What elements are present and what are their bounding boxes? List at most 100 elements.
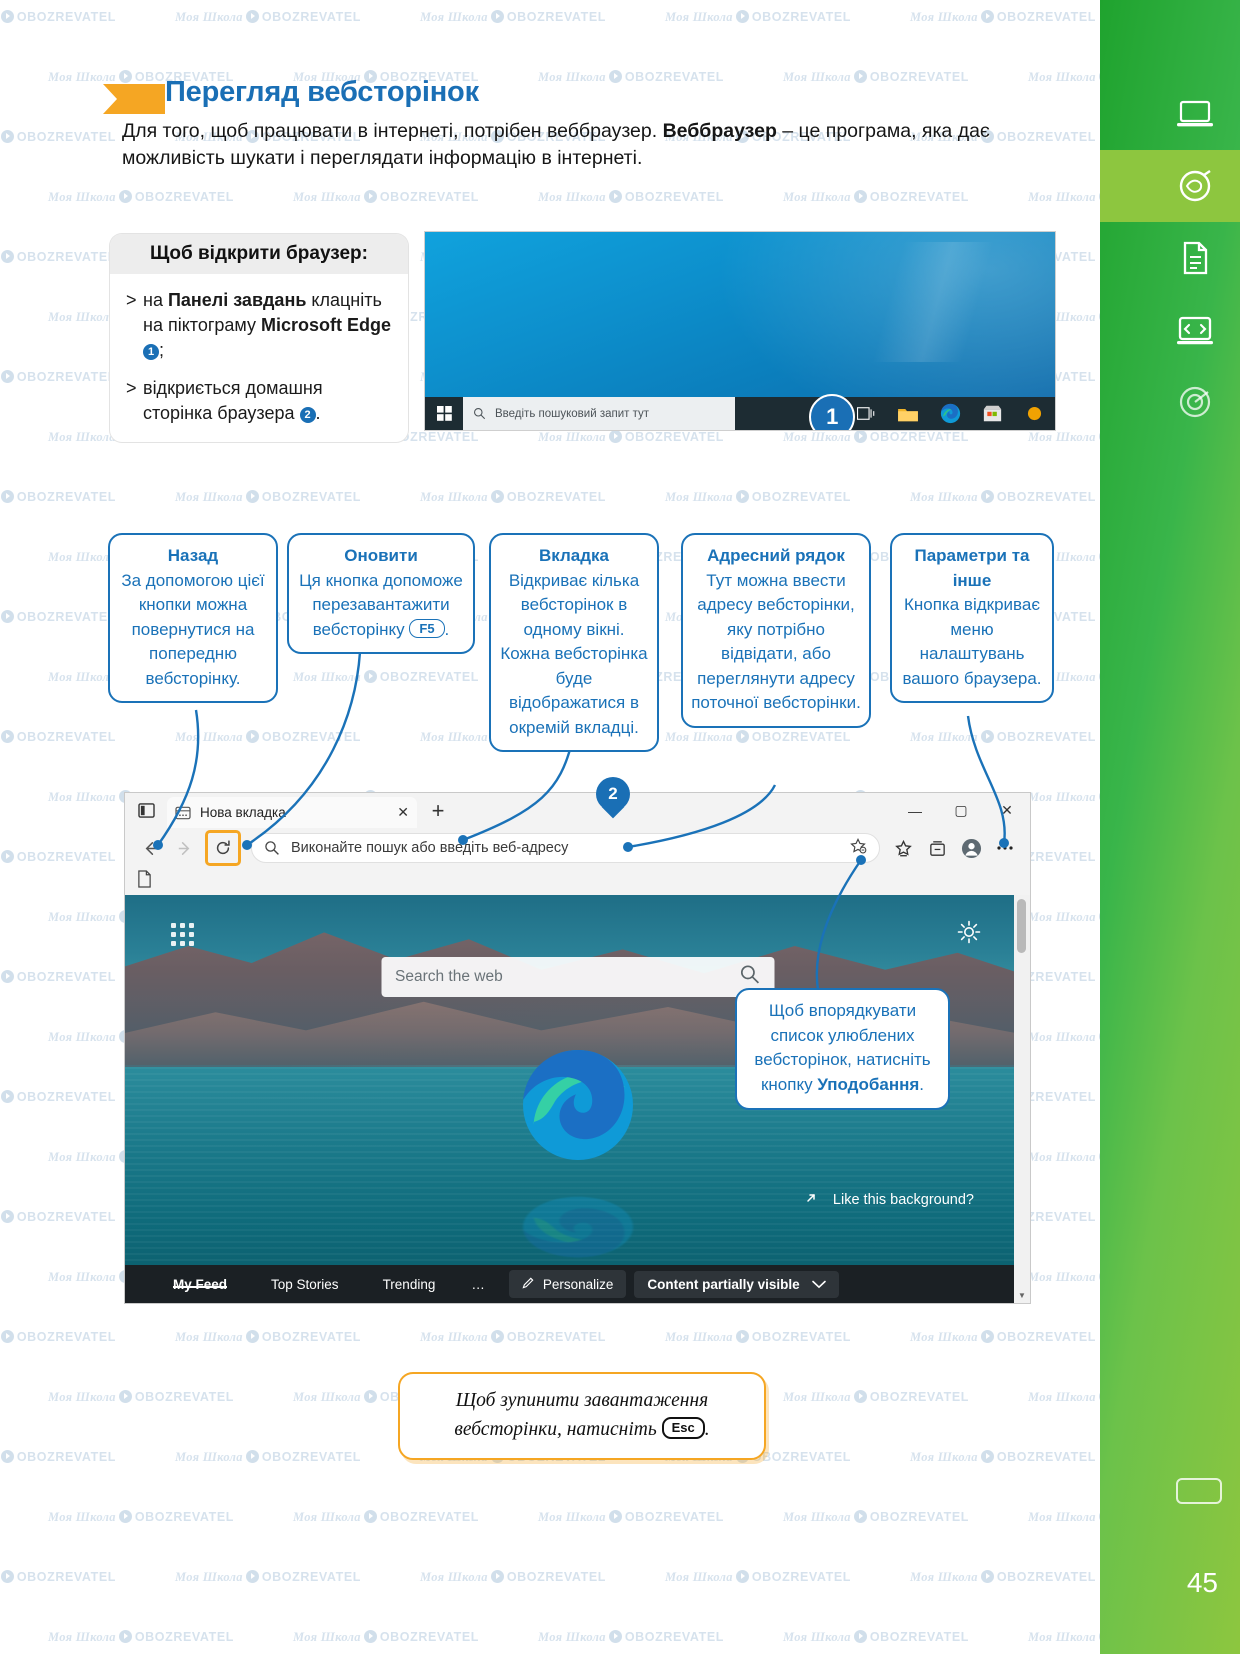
instruction-card-heading: Щоб відкрити браузер: (110, 234, 408, 274)
bullet-marker: > (126, 378, 137, 398)
callout-tab-title: Вкладка (538, 546, 609, 565)
callout-pin-2: 2 (596, 777, 630, 821)
watermark: Моя ШколаOBOZREVATEL (538, 1630, 725, 1644)
tab-actions-icon[interactable] (125, 793, 167, 828)
watermark: Моя ШколаOBOZREVATEL (783, 190, 970, 204)
callout-back-title: Назад (167, 546, 219, 565)
watermark: Моя ШколаOBOZREVATEL (175, 1450, 362, 1464)
tab-favicon-icon (175, 806, 191, 819)
callout-pin-1: 1 (809, 394, 856, 430)
search-icon[interactable] (739, 964, 760, 990)
watermark: Моя ШколаOBOZREVATEL (0, 1568, 116, 1585)
watermark: Моя ШколаOBOZREVATEL (175, 490, 362, 504)
watermark: Моя ШколаOBOZREVATEL (0, 368, 116, 385)
watermark: Моя ШколаOBOZREVATEL (0, 488, 116, 505)
close-icon[interactable]: ✕ (397, 804, 409, 821)
watermark: Моя ШколаOBOZREVATEL (0, 128, 116, 145)
file-explorer-icon[interactable] (887, 397, 929, 430)
like-background-button[interactable]: Like this background? (802, 1189, 974, 1211)
settings-more-icon[interactable] (988, 831, 1022, 865)
scroll-down-arrow[interactable]: ▼ (1014, 1287, 1030, 1303)
watermark: Моя ШколаOBOZREVATEL (665, 10, 852, 24)
edge-logo-icon (518, 1045, 638, 1165)
sidebar-item-brain[interactable] (1100, 150, 1240, 222)
close-window-button[interactable]: ✕ (984, 793, 1030, 828)
notification-icon[interactable] (1013, 397, 1055, 430)
browser-tab[interactable]: Нова вкладка ✕ (167, 797, 417, 828)
callout-favorites-text-after: . (919, 1074, 925, 1094)
watermark: Моя ШколаOBOZREVATEL (293, 670, 480, 684)
profile-icon[interactable] (954, 831, 988, 865)
app-launcher-icon[interactable] (171, 923, 194, 946)
feed-tab-my-feed[interactable]: My Feed (151, 1277, 249, 1292)
personalize-button[interactable]: Personalize (508, 1270, 627, 1298)
feed-tab-top-stories[interactable]: Top Stories (249, 1277, 361, 1292)
section-flag-icon (103, 84, 165, 114)
arrow-right-icon[interactable] (167, 831, 201, 865)
watermark: Моя ШколаOBOZREVATEL (910, 1450, 1097, 1464)
feed-more-button[interactable]: … (457, 1277, 499, 1292)
maximize-button[interactable]: ▢ (938, 793, 984, 828)
sidebar-item-code[interactable] (1100, 294, 1240, 366)
watermark: Моя ШколаOBOZREVATEL (0, 1208, 116, 1225)
watermark: Моя ШколаOBOZREVATEL (293, 190, 480, 204)
favorite-star-icon[interactable] (849, 837, 867, 859)
page-title: Перегляд вебсторінок (165, 76, 479, 108)
page-nav-box[interactable] (1176, 1478, 1222, 1504)
target-pie-icon (1174, 381, 1216, 423)
new-tab-button[interactable]: + (417, 793, 459, 828)
reload-icon[interactable] (205, 830, 241, 866)
watermark: Моя ШколаOBOZREVATEL (538, 1510, 725, 1524)
browser-tab-title: Нова вкладка (200, 805, 286, 820)
chevron-down-icon (811, 1277, 826, 1292)
arrow-left-icon[interactable] (133, 831, 167, 865)
search-web-input[interactable]: Search the web (381, 957, 774, 997)
key-esc: Esc (661, 1417, 705, 1439)
watermark: Моя ШколаOBOZREVATEL (910, 1570, 1097, 1584)
edge-logo-reflection (518, 1194, 638, 1260)
watermark: Моя ШколаOBOZREVATEL (175, 10, 362, 24)
watermark: Моя ШколаOBOZREVATEL (0, 248, 116, 265)
favorites-hub-icon[interactable] (886, 831, 920, 865)
windows-logo-icon[interactable] (425, 406, 463, 421)
gear-icon[interactable] (956, 919, 982, 950)
document-icon[interactable] (137, 870, 152, 893)
list-item-text: на Панелі завдань клацніть на піктограму… (143, 288, 392, 363)
taskbar-search-input[interactable]: Введіть пошуковий запит тут (463, 397, 735, 430)
address-bar-placeholder: Виконайте пошук або введіть веб-адресу (291, 840, 569, 856)
search-icon (265, 841, 279, 855)
intro-text-before: Для того, щоб працювати в інтернеті, пот… (122, 120, 663, 142)
li-text-5: . (315, 403, 321, 423)
address-bar-input[interactable]: Виконайте пошук або введіть веб-адресу (251, 833, 880, 863)
desktop-screenshot: 1 Введіть пошуковий запит тут (425, 232, 1055, 430)
sidebar-item-document[interactable] (1100, 222, 1240, 294)
sidebar-rail: 45 (1100, 0, 1240, 1654)
sidebar-item-laptop[interactable] (1100, 78, 1240, 150)
callout-pin-1-label: 1 (826, 404, 839, 429)
watermark: Моя ШколаOBOZREVATEL (910, 10, 1097, 24)
microsoft-store-icon[interactable] (971, 397, 1013, 430)
key-f5: F5 (409, 618, 445, 638)
watermark: Моя ШколаOBOZREVATEL (175, 1570, 362, 1584)
li-text-1: на (143, 290, 168, 310)
microsoft-edge-icon[interactable] (929, 397, 971, 430)
minimize-button[interactable]: — (892, 793, 938, 828)
collections-icon[interactable] (920, 831, 954, 865)
watermark: Моя ШколаOBOZREVATEL (665, 1570, 852, 1584)
callout-settings-title: Параметри та інше (914, 546, 1030, 590)
watermark: Моя ШколаOBOZREVATEL (783, 1390, 970, 1404)
like-background-label: Like this background? (832, 1192, 974, 1208)
vertical-scrollbar[interactable]: ▲ ▼ (1014, 895, 1030, 1303)
content-visibility-select[interactable]: Content partially visible (634, 1270, 839, 1298)
callout-tab: Вкладка Відкриває кілька вебсторінок в о… (489, 533, 659, 752)
search-icon (474, 408, 486, 420)
step-badge-1: 1 (143, 344, 159, 360)
feed-tab-trending[interactable]: Trending (361, 1277, 458, 1292)
tab-strip: Нова вкладка ✕ + — ▢ ✕ (125, 793, 1030, 828)
watermark: Моя ШколаOBOZREVATEL (0, 8, 116, 25)
watermark: Моя ШколаOBOZREVATEL (665, 490, 852, 504)
scrollbar-thumb[interactable] (1017, 899, 1026, 953)
watermark: Моя ШколаOBOZREVATEL (910, 730, 1097, 744)
intro-bold-term: Веббраузер (662, 120, 777, 142)
sidebar-item-target[interactable] (1100, 366, 1240, 438)
